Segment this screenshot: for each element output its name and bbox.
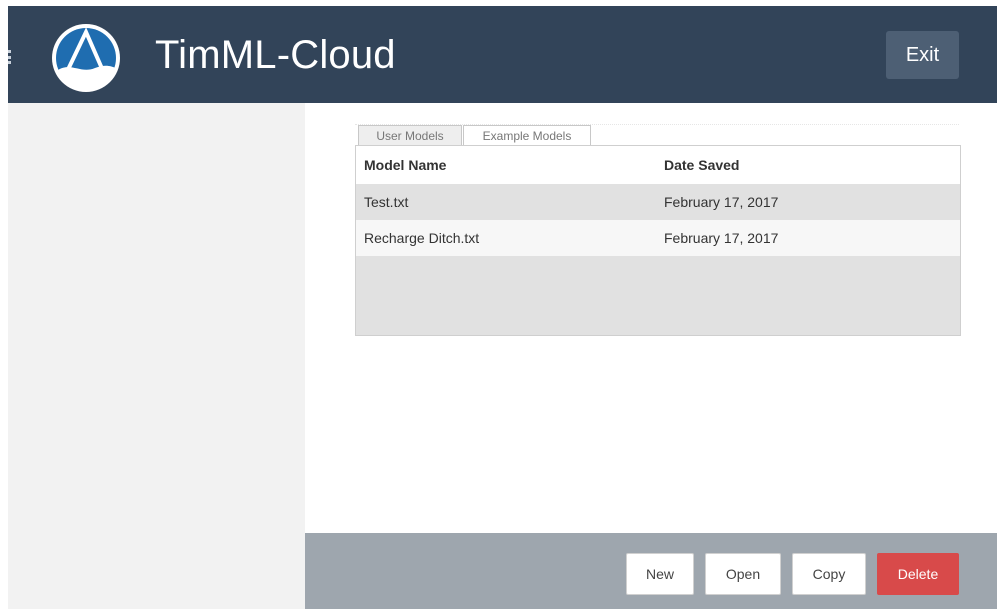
action-footer: New Open Copy Delete <box>305 533 997 609</box>
tab-example-models[interactable]: Example Models <box>463 125 591 145</box>
table-header: Model Name Date Saved <box>356 146 960 184</box>
models-table: Model Name Date Saved Test.txt February … <box>355 145 961 336</box>
model-name-cell: Recharge Ditch.txt <box>364 230 480 246</box>
column-header-model-name[interactable]: Model Name <box>364 157 446 173</box>
table-row[interactable]: Recharge Ditch.txt February 17, 2017 <box>356 220 960 256</box>
table-row[interactable]: Test.txt February 17, 2017 <box>356 184 960 220</box>
menu-dots-icon[interactable] <box>8 50 11 64</box>
delete-button[interactable]: Delete <box>877 553 959 595</box>
tab-user-models[interactable]: User Models <box>358 125 462 145</box>
copy-button[interactable]: Copy <box>792 553 866 595</box>
column-header-date-saved[interactable]: Date Saved <box>664 157 739 173</box>
date-saved-cell: February 17, 2017 <box>664 230 779 246</box>
model-tabs: User Models Example Models <box>355 124 959 145</box>
sidebar <box>8 103 305 609</box>
app-title: TimML-Cloud <box>155 33 396 77</box>
app-header: TimML-Cloud Exit <box>8 6 997 103</box>
exit-button[interactable]: Exit <box>886 31 959 79</box>
new-button[interactable]: New <box>626 553 694 595</box>
app-logo-icon <box>49 22 123 94</box>
model-name-cell: Test.txt <box>364 194 409 210</box>
date-saved-cell: February 17, 2017 <box>664 194 779 210</box>
open-button[interactable]: Open <box>705 553 781 595</box>
